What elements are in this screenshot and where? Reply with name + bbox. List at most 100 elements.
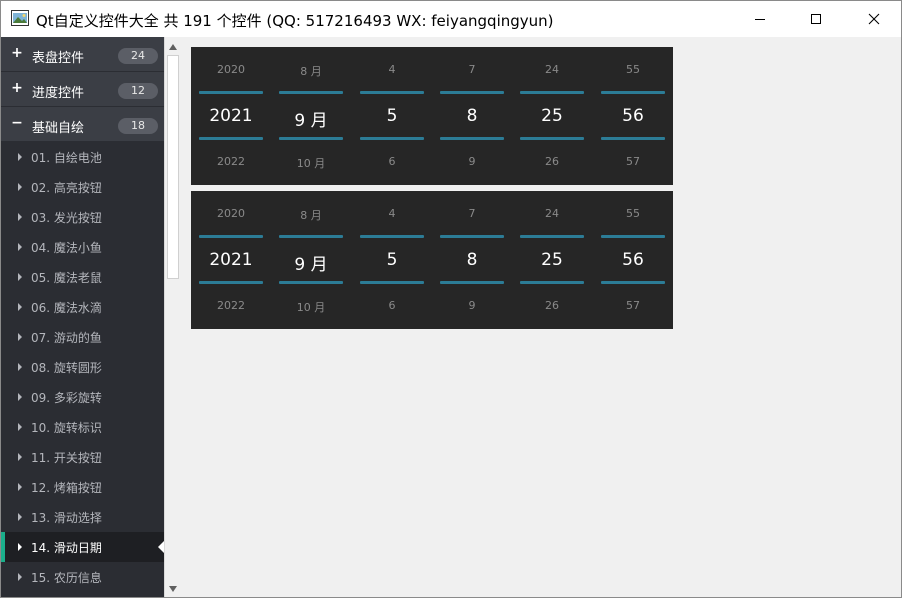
scroll-up-button[interactable]: [165, 39, 181, 55]
sidebar-item[interactable]: 05. 魔法老鼠: [1, 262, 164, 292]
next-value[interactable]: 9: [432, 299, 512, 312]
arrow-up-icon: [169, 44, 177, 50]
current-value[interactable]: 56: [593, 106, 673, 126]
window-title: Qt自定义控件大全 共 191 个控件 (QQ: 517216493 WX: f…: [36, 12, 554, 30]
next-value[interactable]: 10 月: [271, 299, 351, 315]
next-value[interactable]: 2022: [191, 155, 271, 168]
selection-line: [199, 281, 263, 284]
sidebar-item[interactable]: 07. 游动的鱼: [1, 322, 164, 352]
sidebar-item[interactable]: 13. 滑动选择: [1, 502, 164, 532]
month-column[interactable]: 8 月 9 月 10 月: [271, 47, 351, 185]
prev-value[interactable]: 24: [512, 63, 592, 76]
current-value[interactable]: 56: [593, 250, 673, 270]
current-value[interactable]: 2021: [191, 250, 271, 270]
prev-value[interactable]: 4: [352, 207, 432, 220]
current-value[interactable]: 9 月: [271, 250, 351, 275]
current-value[interactable]: 25: [512, 106, 592, 126]
sidebar-item[interactable]: 12. 烤箱按钮: [1, 472, 164, 502]
current-value[interactable]: 5: [352, 250, 432, 270]
app-window: Qt自定义控件大全 共 191 个控件 (QQ: 517216493 WX: f…: [0, 0, 902, 598]
sidebar-item[interactable]: 08. 旋转圆形: [1, 352, 164, 382]
selection-line: [601, 235, 665, 238]
sidebar-item[interactable]: 11. 开关按钮: [1, 442, 164, 472]
prev-value[interactable]: 2020: [191, 63, 271, 76]
current-value[interactable]: 25: [512, 250, 592, 270]
expand-icon: +: [11, 45, 23, 61]
year-column[interactable]: 2020 2021 2022: [191, 47, 271, 185]
group-label: 基础自绘: [32, 121, 85, 136]
current-value[interactable]: 2021: [191, 106, 271, 126]
sidebar-item-label: 15. 农历信息: [31, 571, 102, 585]
active-accent-bar: [1, 532, 5, 562]
sidebar-item[interactable]: 15. 农历信息: [1, 562, 164, 592]
prev-value[interactable]: 24: [512, 207, 592, 220]
sidebar-group-dials[interactable]: + 表盘控件 24: [1, 37, 164, 72]
prev-value[interactable]: 55: [593, 207, 673, 220]
next-value[interactable]: 6: [352, 299, 432, 312]
second-column[interactable]: 55 56 57: [593, 191, 673, 329]
next-value[interactable]: 57: [593, 299, 673, 312]
current-value[interactable]: 8: [432, 106, 512, 126]
sidebar-item-label: 04. 魔法小鱼: [31, 241, 102, 255]
current-value[interactable]: 8: [432, 250, 512, 270]
second-column[interactable]: 55 56 57: [593, 47, 673, 185]
minimize-button[interactable]: [731, 1, 789, 37]
arrow-down-icon: [169, 586, 177, 592]
close-button[interactable]: [845, 1, 901, 37]
chevron-right-icon: [18, 303, 22, 311]
chevron-right-icon: [18, 573, 22, 581]
next-value[interactable]: 26: [512, 299, 592, 312]
minute-column[interactable]: 24 25 26: [512, 47, 592, 185]
prev-value[interactable]: 7: [432, 63, 512, 76]
scroll-down-button[interactable]: [165, 581, 181, 597]
sidebar-item-label: 12. 烤箱按钮: [31, 481, 102, 495]
hour-column[interactable]: 7 8 9: [432, 191, 512, 329]
next-value[interactable]: 2022: [191, 299, 271, 312]
day-column[interactable]: 4 5 6: [352, 47, 432, 185]
minute-column[interactable]: 24 25 26: [512, 191, 592, 329]
next-value[interactable]: 26: [512, 155, 592, 168]
chevron-right-icon: [18, 333, 22, 341]
next-value[interactable]: 57: [593, 155, 673, 168]
next-value[interactable]: 9: [432, 155, 512, 168]
next-value[interactable]: 10 月: [271, 155, 351, 171]
prev-value[interactable]: 7: [432, 207, 512, 220]
next-value[interactable]: 6: [352, 155, 432, 168]
sidebar-item-label: 09. 多彩旋转: [31, 391, 102, 405]
sidebar-item[interactable]: 04. 魔法小鱼: [1, 232, 164, 262]
chevron-right-icon: [18, 453, 22, 461]
year-column[interactable]: 2020 2021 2022: [191, 191, 271, 329]
prev-value[interactable]: 4: [352, 63, 432, 76]
selection-line: [440, 235, 504, 238]
maximize-button[interactable]: [787, 1, 845, 37]
current-value[interactable]: 9 月: [271, 106, 351, 131]
selection-line: [199, 235, 263, 238]
prev-value[interactable]: 2020: [191, 207, 271, 220]
sidebar-scrollbar[interactable]: [164, 37, 181, 597]
prev-value[interactable]: 8 月: [271, 63, 351, 79]
chevron-right-icon: [18, 213, 22, 221]
selection-line: [199, 91, 263, 94]
sidebar-item-label: 05. 魔法老鼠: [31, 271, 102, 285]
sidebar-item[interactable]: 10. 旋转标识: [1, 412, 164, 442]
day-column[interactable]: 4 5 6: [352, 191, 432, 329]
prev-value[interactable]: 55: [593, 63, 673, 76]
hour-column[interactable]: 7 8 9: [432, 47, 512, 185]
sidebar-group-progress[interactable]: + 进度控件 12: [1, 72, 164, 107]
sidebar-item-active[interactable]: 14. 滑动日期: [1, 532, 164, 562]
count-badge: 12: [118, 83, 158, 99]
current-value[interactable]: 5: [352, 106, 432, 126]
sidebar-item[interactable]: 03. 发光按钮: [1, 202, 164, 232]
month-column[interactable]: 8 月 9 月 10 月: [271, 191, 351, 329]
sidebar-item-label: 06. 魔法水滴: [31, 301, 102, 315]
selection-line: [279, 91, 343, 94]
sidebar-item-label: 11. 开关按钮: [31, 451, 102, 465]
sidebar-group-basic[interactable]: − 基础自绘 18: [1, 107, 164, 142]
sidebar-item[interactable]: 09. 多彩旋转: [1, 382, 164, 412]
prev-value[interactable]: 8 月: [271, 207, 351, 223]
sidebar-item[interactable]: 01. 自绘电池: [1, 142, 164, 172]
scrollbar-thumb[interactable]: [167, 55, 179, 279]
sidebar-item[interactable]: 06. 魔法水滴: [1, 292, 164, 322]
sidebar-item[interactable]: 02. 高亮按钮: [1, 172, 164, 202]
group-label: 表盘控件: [32, 51, 85, 66]
